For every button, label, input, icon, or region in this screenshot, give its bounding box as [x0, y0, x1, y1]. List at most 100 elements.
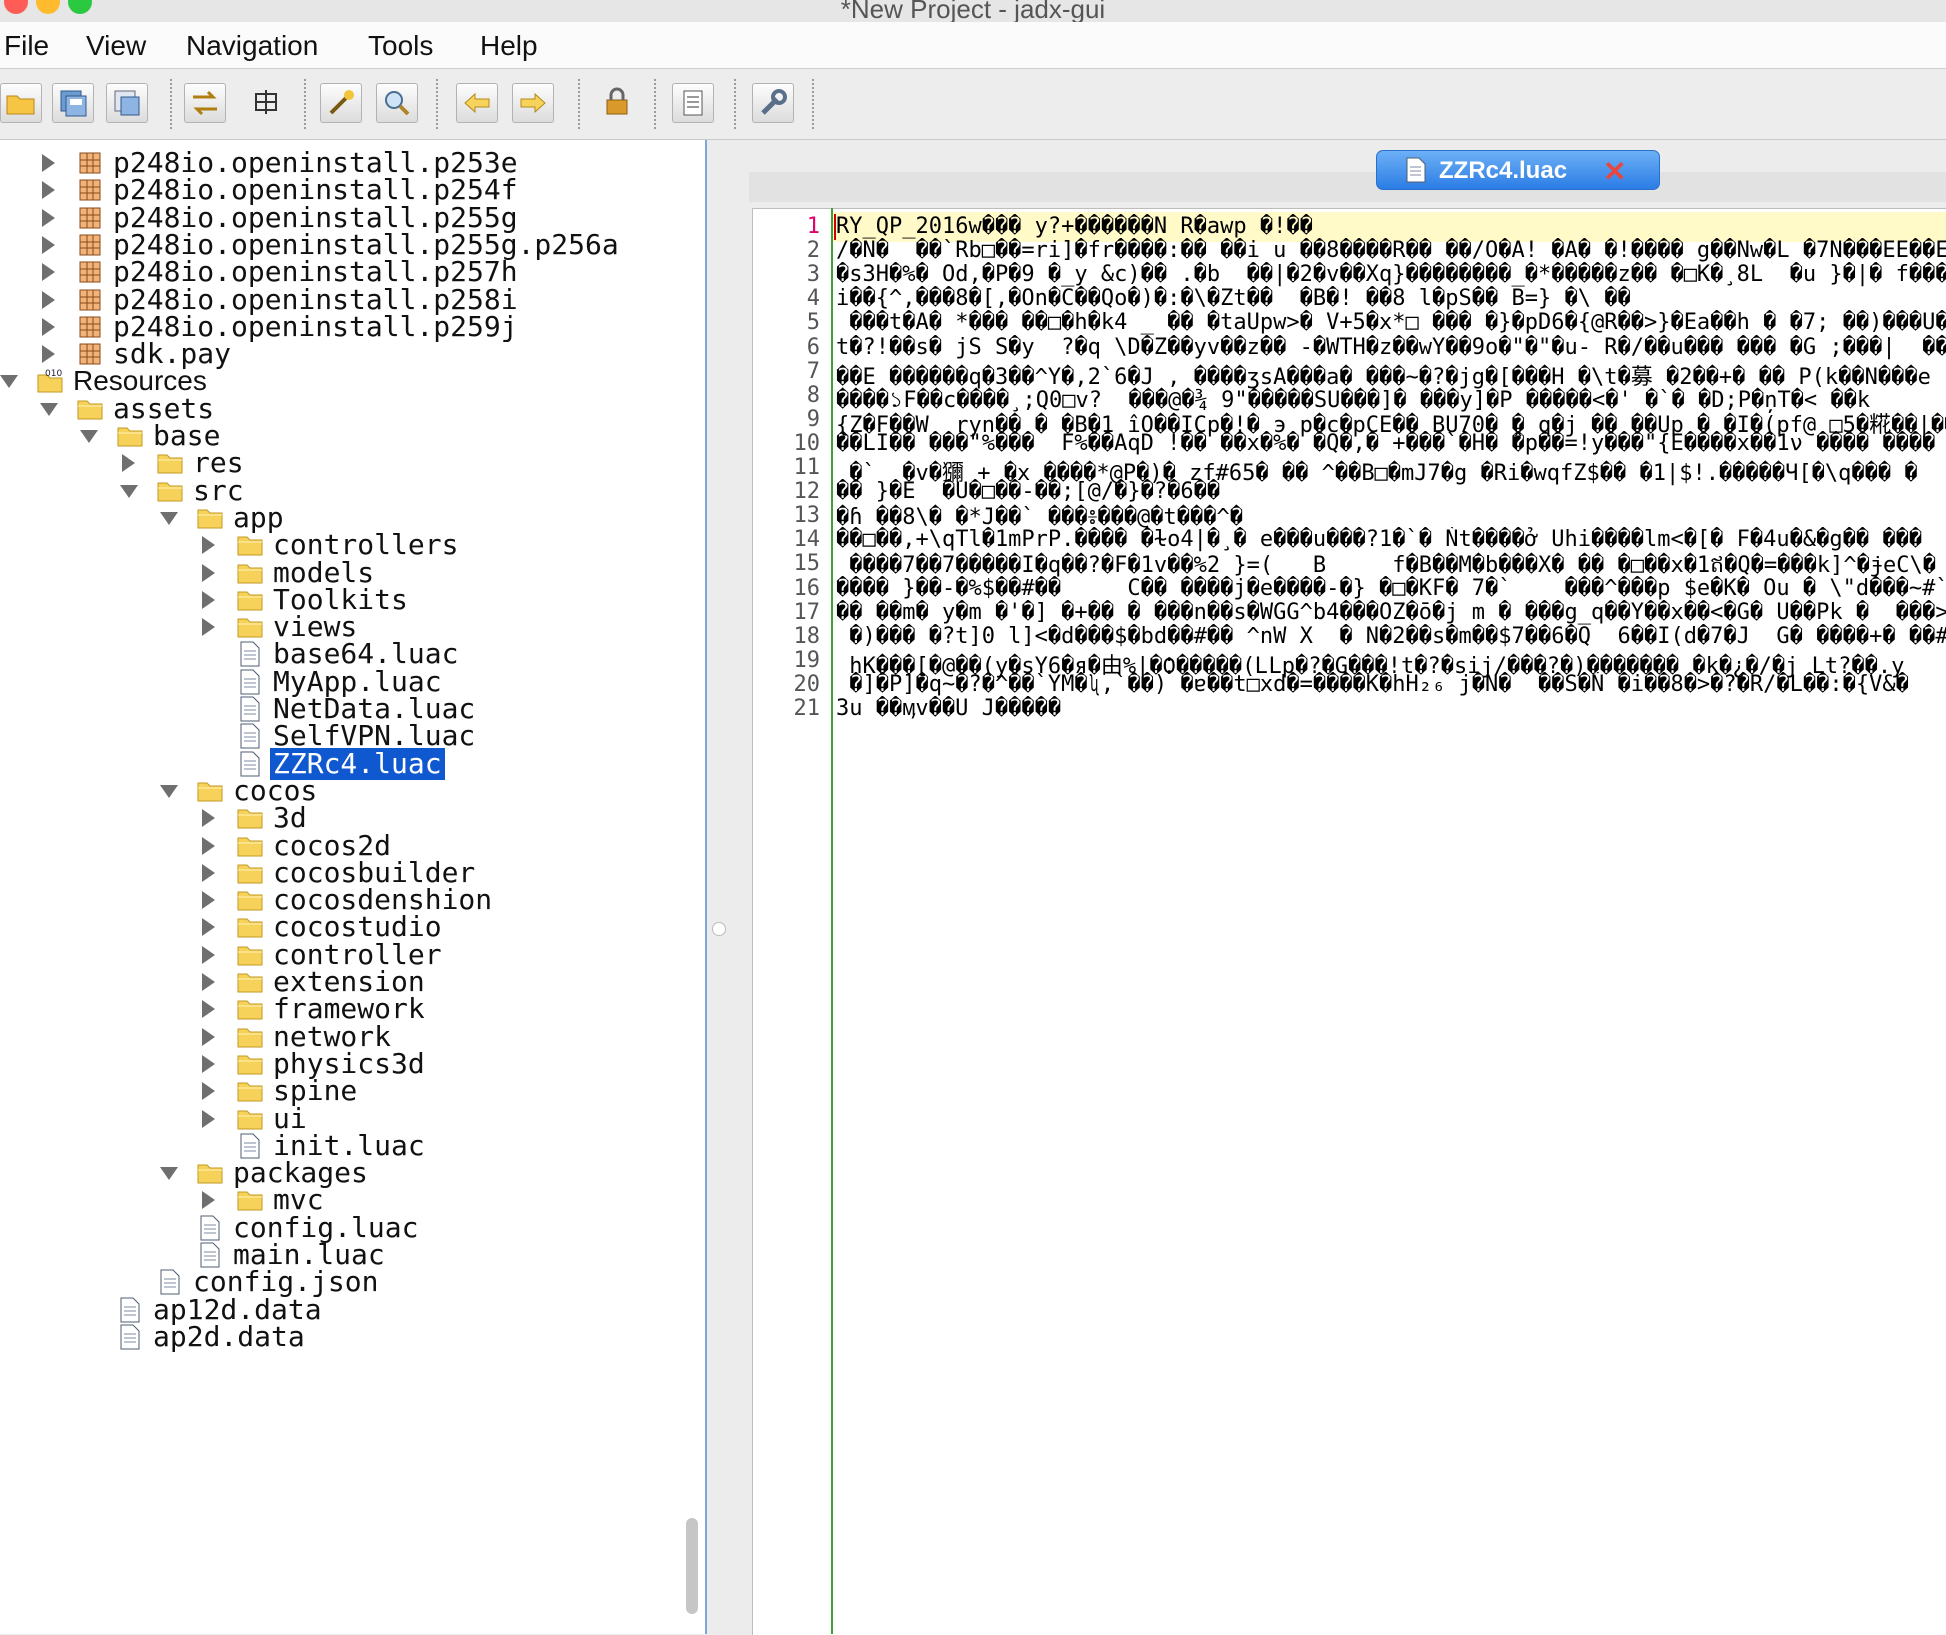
back-button[interactable] — [456, 83, 498, 123]
expand-arrow-icon[interactable] — [122, 454, 135, 473]
gutter-border — [831, 208, 833, 1634]
collapse-arrow-icon[interactable] — [0, 375, 18, 389]
code-line[interactable]: t�?!��s� jS S�y ?�q \D�Z��yv��z�� -�WTH�… — [836, 335, 1946, 360]
deobfuscate-icon — [606, 87, 628, 115]
expand-arrow-icon[interactable] — [202, 618, 215, 637]
toolbar-separator — [170, 79, 172, 129]
expand-arrow-icon[interactable] — [202, 891, 215, 910]
flatten-button[interactable] — [246, 83, 288, 123]
toolbar-separator — [578, 79, 580, 129]
close-tab-icon[interactable]: ✕ — [1603, 155, 1626, 188]
line-number: 1 — [806, 214, 820, 239]
line-number: 3 — [806, 262, 820, 288]
menu-view[interactable]: View — [86, 30, 146, 62]
code-line[interactable]: 3u ��ӎv��U J����� — [836, 696, 1946, 722]
toolbar-separator — [812, 79, 814, 129]
expand-arrow-icon[interactable] — [202, 1191, 215, 1210]
code-line[interactable]: ��LI�� ���"%��� F%��AqD !�� ��x�%� �Q�,�… — [836, 431, 1946, 456]
tab-label: ZZRc4.luac — [1439, 157, 1568, 184]
toolbar-separator — [654, 79, 656, 129]
line-number: 2 — [806, 238, 820, 264]
code-line[interactable]: /�N� ��`Rb□��=ri]�fr����:�� ��i u ��8���… — [836, 238, 1946, 263]
expand-arrow-icon[interactable] — [202, 973, 215, 991]
code-line[interactable]: �]�P]�q~�?�^��`YM�ʯ,`��) �ɐ��t□xd�=����K… — [836, 672, 1946, 697]
code-line[interactable]: RY_QP_2016w��� y?+������N R�awp �!�� — [836, 214, 1946, 239]
file-icon — [1406, 157, 1426, 183]
expand-arrow-icon[interactable] — [202, 590, 215, 609]
expand-arrow-icon[interactable] — [202, 563, 215, 582]
expand-arrow-icon[interactable] — [202, 945, 215, 964]
svg-text:010: 010 — [45, 369, 62, 379]
expand-arrow-icon[interactable] — [202, 1082, 215, 1101]
expand-arrow-icon[interactable] — [202, 809, 215, 828]
expand-arrow-icon[interactable] — [202, 863, 215, 882]
collapse-arrow-icon[interactable] — [120, 484, 138, 498]
tree-item-ap2d-data[interactable]: ap2d.data — [0, 1320, 700, 1354]
forward-button[interactable] — [512, 83, 554, 123]
collapse-arrow-icon[interactable] — [160, 784, 178, 798]
expand-arrow-icon[interactable] — [202, 1054, 215, 1073]
tree-scrollbar-thumb[interactable] — [686, 1518, 698, 1614]
sync-button[interactable] — [184, 83, 226, 123]
code-line[interactable]: ���� }��-�%$��#�� C�� ����j�e����-�} �□�… — [836, 576, 1946, 601]
line-number: 12 — [793, 479, 821, 505]
line-number: 4 — [806, 286, 820, 312]
expand-arrow-icon[interactable] — [202, 536, 215, 555]
export-icon — [114, 90, 140, 116]
line-number: 19 — [793, 647, 821, 673]
expand-arrow-icon[interactable] — [42, 235, 55, 254]
line-number: 13 — [793, 503, 821, 529]
expand-arrow-icon[interactable] — [202, 918, 215, 937]
export-button[interactable] — [106, 83, 148, 123]
expand-arrow-icon[interactable] — [42, 317, 55, 336]
collapse-arrow-icon[interactable] — [160, 1167, 178, 1181]
line-number: 18 — [793, 623, 821, 649]
code-line[interactable]: �s3H�%� Od,�P�9 �_y &c)�� .�b ��|�2�v��X… — [836, 262, 1946, 287]
menu-help[interactable]: Help — [480, 30, 538, 62]
expand-arrow-icon[interactable] — [42, 263, 55, 282]
code-line[interactable]: �� }�E �U�□��-��;[@/�}�?�6�� — [836, 479, 1946, 504]
expand-arrow-icon[interactable] — [42, 208, 55, 227]
split-pane-divider[interactable] — [707, 140, 749, 1634]
tab-zzrc4-luac[interactable]: ZZRc4.luac ✕ — [1376, 150, 1660, 190]
search-button[interactable] — [376, 83, 418, 123]
expand-arrow-icon[interactable] — [42, 290, 55, 309]
line-number: 8 — [806, 382, 820, 408]
menu-tools[interactable]: Tools — [368, 30, 433, 62]
code-line[interactable]: �)��� �?t]0 l]<�d���$�bd��#�� ^nW X � N�… — [836, 624, 1946, 649]
line-number: 9 — [806, 406, 820, 432]
collapse-arrow-icon[interactable] — [80, 430, 98, 443]
expand-arrow-icon[interactable] — [42, 154, 55, 172]
deobfuscate-button[interactable] — [598, 83, 640, 123]
line-number: 20 — [793, 671, 821, 697]
expand-arrow-icon[interactable] — [42, 345, 55, 364]
menu-navigation[interactable]: Navigation — [186, 30, 318, 62]
title-bar: *New Project - jadx-gui — [0, 0, 1946, 24]
log-button[interactable] — [672, 83, 714, 123]
expand-arrow-icon[interactable] — [202, 1109, 215, 1128]
project-tree[interactable]: p248io.openinstall.p253e p248io.openinsta… — [0, 140, 707, 1634]
expand-arrow-icon[interactable] — [202, 1000, 215, 1019]
expand-arrow-icon[interactable] — [42, 181, 55, 200]
menu-file[interactable]: File — [4, 30, 49, 62]
back-icon — [464, 92, 490, 114]
code-line[interactable]: ���t�A� *��� ��□�h�k4 _ �� �taUpw>� V+5�… — [836, 310, 1946, 335]
code-line[interactable]: i��{^,���8�[,�On�C��Qo�)�:�\�Zt�� �B�! �… — [836, 286, 1946, 311]
code-line[interactable]: �� ��m� y�m �'�] �+�� � ���n��s�WGG^b4��… — [836, 600, 1946, 625]
save-all-button[interactable] — [52, 83, 94, 123]
line-number: 11 — [793, 455, 821, 480]
code-line[interactable]: ��□��,+\qTl�1mPrP.���� �ɫo4|�¸� e���u���… — [836, 527, 1946, 552]
toolbar-separator — [304, 79, 306, 129]
expand-arrow-icon[interactable] — [202, 836, 215, 855]
collapse-arrow-icon[interactable] — [40, 402, 58, 416]
open-button[interactable] — [0, 83, 42, 123]
divider-handle[interactable] — [712, 922, 726, 936]
line-number: 17 — [793, 599, 821, 625]
collapse-arrow-icon[interactable] — [160, 511, 178, 525]
flatten-icon — [255, 90, 277, 114]
decompile-button[interactable] — [320, 83, 362, 123]
preferences-button[interactable] — [752, 83, 794, 123]
expand-arrow-icon[interactable] — [202, 1027, 215, 1046]
toolbar-separator — [436, 79, 438, 129]
line-number: 21 — [793, 696, 821, 721]
